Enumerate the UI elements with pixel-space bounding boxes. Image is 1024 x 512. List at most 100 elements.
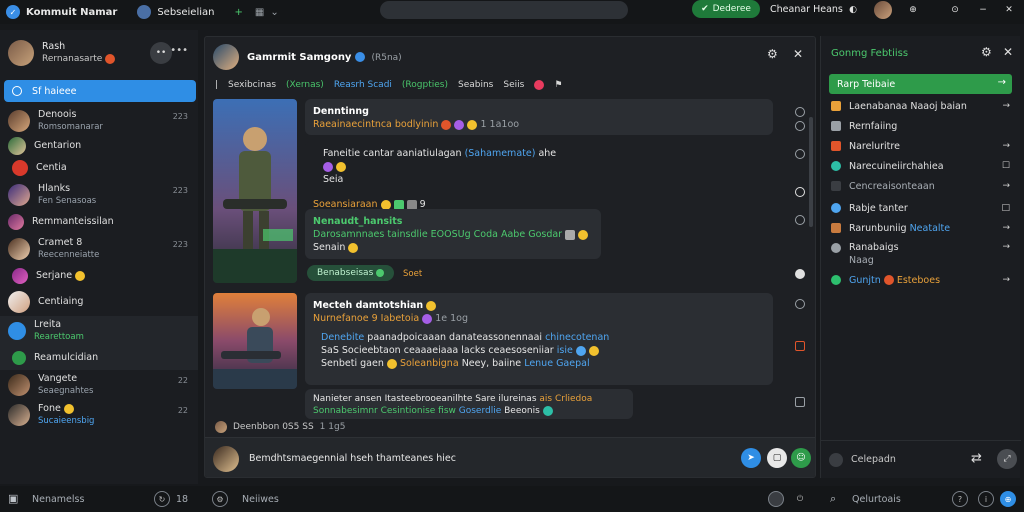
message-composer[interactable]: Bemdhtsmaegennial hseh thamteanes hiec ➤… (205, 437, 815, 477)
right-item[interactable]: Rarunbuniig Neatalte → (821, 218, 1020, 238)
tag[interactable]: Seabins (458, 80, 493, 90)
emoji-icon[interactable] (795, 215, 805, 225)
game-icon (12, 160, 28, 176)
search-icon[interactable]: ⌕ (830, 492, 836, 506)
settings-icon[interactable]: ⚙ (767, 47, 778, 61)
globe-icon[interactable]: ⊕ (906, 3, 920, 17)
more-options-icon[interactable]: ••• (170, 45, 188, 56)
composer-input[interactable]: Bemdhtsmaegennial hseh thamteanes hiec (249, 453, 456, 464)
profile-avatar[interactable] (8, 40, 34, 66)
sidebar-item[interactable]: Cramet 8 Reecenneiatte 223 (0, 234, 198, 264)
info-icon[interactable]: i (978, 491, 994, 507)
sidebar-item[interactable]: Denoois Romsomanarar 223 (0, 106, 198, 136)
save-icon[interactable] (795, 397, 805, 407)
moon-icon[interactable]: ◐ (846, 3, 860, 17)
tag[interactable]: (Rogpties) (402, 80, 448, 90)
chevron-icon[interactable] (795, 121, 805, 131)
chevron-down-icon[interactable]: ⌄ (270, 7, 278, 18)
right-item[interactable]: Gunjtn Esteboes → (821, 268, 1020, 292)
post-image[interactable] (213, 99, 297, 283)
smile-emoji-icon (63, 403, 74, 414)
clock-icon[interactable] (795, 149, 805, 159)
plus-icon[interactable]: + (234, 7, 242, 18)
user-avatar[interactable] (874, 1, 892, 19)
globe-icon[interactable]: ⊕ (1000, 491, 1016, 507)
right-item[interactable]: Narecuineiirchahiea ☐ (821, 156, 1020, 176)
help-icon[interactable]: ? (952, 491, 968, 507)
record-icon[interactable] (795, 269, 805, 279)
right-item[interactable]: Cencreaisonteaan → (821, 176, 1020, 196)
user-icon[interactable] (768, 491, 784, 507)
close-icon[interactable]: ✕ (793, 47, 803, 61)
scrollbar[interactable] (809, 117, 813, 227)
grid-icon[interactable]: ▦ (255, 7, 264, 18)
tag[interactable]: (Xernas) (286, 80, 324, 90)
send-icon[interactable]: ➤ (741, 448, 761, 468)
contact-avatar (8, 374, 30, 396)
info-icon[interactable] (795, 299, 805, 309)
history-icon[interactable]: ↻ (154, 491, 170, 507)
smile-emoji-icon (75, 270, 86, 281)
chat-panel: Gamrmit Samgony (R5na) ⚙ ✕ | Sexibcinas (… (204, 36, 816, 478)
settings-icon[interactable]: ⚙ (212, 491, 228, 507)
channel-avatar[interactable] (213, 44, 239, 70)
reaction-pill[interactable]: Benabseisas (307, 265, 395, 281)
typing-avatar (215, 421, 227, 433)
right-item[interactable]: Nareluritre → (821, 136, 1020, 156)
post-image[interactable] (213, 293, 297, 389)
sidebar: Rash Rernanasarte •• ••• Sf haieee Denoo… (0, 30, 198, 484)
settings-icon[interactable]: ⊙ (948, 3, 962, 17)
right-item[interactable]: Ranabaigs Naag → (821, 238, 1020, 268)
profile-status: Rernanasarte (42, 54, 103, 64)
app-logo-icon[interactable]: ✓ (6, 5, 20, 19)
power-icon[interactable]: ⏻ (792, 491, 808, 507)
right-item-active[interactable]: Rarp Teibaie → (829, 74, 1012, 94)
typing-indicator: Deenbbon 0S5 SS 1 1g5 (215, 421, 345, 433)
search-bar[interactable] (380, 1, 628, 19)
join-button[interactable]: ✔ Dederee (692, 0, 760, 18)
feature-icon (831, 181, 841, 191)
search-icon[interactable] (829, 452, 843, 467)
expand-icon[interactable]: ⤢ (997, 449, 1017, 469)
sidebar-item[interactable]: Centia (0, 156, 198, 180)
close-icon[interactable]: ✕ (1002, 3, 1016, 17)
channel-name[interactable]: Cheanar Heans (770, 4, 843, 15)
server-avatar[interactable] (137, 5, 152, 19)
sidebar-item[interactable]: Lreita Rearettoam (0, 316, 198, 346)
contact-avatar (8, 404, 30, 426)
info-icon[interactable] (795, 107, 805, 117)
sidebar-item[interactable]: Centiaing (0, 288, 198, 316)
link-icon[interactable] (795, 187, 805, 197)
alert-icon[interactable] (795, 341, 805, 351)
fire-emoji-icon (441, 119, 452, 130)
message-post: Denntinng Raeainaecintnca bodlyinin 1 1a… (213, 99, 773, 285)
emoji-picker-icon[interactable]: ☺ (791, 448, 811, 468)
sidebar-item[interactable]: Remmanteissilan (0, 210, 198, 234)
attach-icon[interactable]: ▢ (767, 448, 787, 468)
sidebar-item[interactable]: Reamulcidian (0, 346, 198, 370)
close-icon[interactable]: ✕ (1003, 45, 1013, 59)
right-item[interactable]: Laenabanaa Naaoj baian → (821, 96, 1020, 116)
tag[interactable]: Reasrh Scadi (334, 80, 392, 90)
post-body: Faneitie cantar aaniatiulagan (Sahamemat… (305, 141, 565, 210)
sidebar-item[interactable]: Fone Sucaieensbig 22 (0, 400, 198, 430)
sidebar-item[interactable]: Gentarion (0, 136, 198, 156)
flag-icon[interactable]: ⚑ (554, 80, 562, 90)
minimize-icon[interactable]: − (976, 3, 990, 17)
tag[interactable]: Seiis (503, 80, 524, 90)
settings-icon[interactable]: ⚙ (981, 45, 992, 59)
sidebar-item-active[interactable]: Sf haieee (4, 80, 196, 102)
sidebar-item[interactable]: Hlanks Fen Senasoas 223 (0, 180, 198, 210)
channel-user-name: Gamrmit Samgony (247, 51, 352, 63)
new-chat-button[interactable]: •• (150, 42, 172, 64)
channel-handle: (R5na) (371, 52, 402, 63)
shuffle-icon[interactable]: ⇄ (971, 451, 982, 466)
sidebar-item[interactable]: Vangete Seaegnahtes 22 (0, 370, 198, 400)
right-item[interactable]: Rernfaiing (821, 116, 1020, 136)
server-name[interactable]: Sebseielian (157, 7, 214, 18)
apps-icon[interactable]: ▣ (8, 492, 18, 505)
tag[interactable]: Sexibcinas (228, 80, 276, 90)
right-item[interactable]: Rabje tanter □ (821, 198, 1020, 218)
feature-icon (831, 203, 841, 213)
sidebar-item[interactable]: Serjane (0, 264, 198, 288)
